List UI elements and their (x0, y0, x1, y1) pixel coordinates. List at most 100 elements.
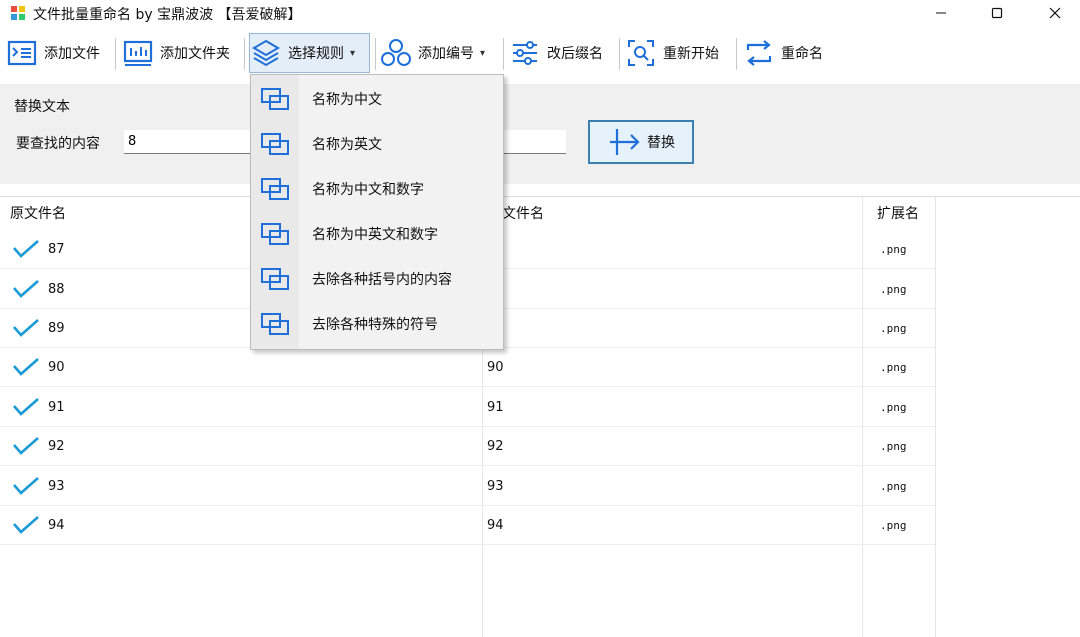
panel-title: 替换文本 (14, 99, 70, 115)
menu-item-chinese-and-digits[interactable]: 名称为中文和数字 (251, 166, 503, 211)
minimize-icon (936, 12, 946, 14)
toolbar-separator (375, 38, 376, 70)
menu-item-label: 去除各种特殊的符号 (312, 317, 438, 333)
new-name-cell: 90 (487, 360, 504, 375)
replace-text-panel: 替换文本 要查找的内容 替换 (0, 84, 1080, 184)
original-name-cell: 93 (48, 479, 65, 494)
extension-cell: .png (880, 322, 907, 335)
table-row[interactable]: 93 93 .png (0, 466, 935, 506)
extension-cell: .png (880, 440, 907, 453)
table-row[interactable]: 92 92 .png (0, 426, 935, 466)
table-row[interactable]: 91 91 .png (0, 387, 935, 427)
original-name-cell: 90 (48, 360, 65, 375)
extension-cell: .png (880, 519, 907, 532)
copy-icon (261, 223, 289, 245)
copy-icon (261, 313, 289, 335)
menu-item-chinese-english-and-digits[interactable]: 名称为中英文和数字 (251, 211, 503, 256)
toolbar-separator (244, 38, 245, 70)
replace-label: 替换 (647, 135, 675, 151)
original-name-cell: 87 (48, 242, 65, 257)
extension-cell: .png (880, 243, 907, 256)
replace-arrow-icon (610, 129, 640, 155)
table-row[interactable]: 94 94 .png (0, 505, 935, 545)
select-rule-label: 选择规则 (288, 46, 344, 62)
table-row[interactable]: 90 90 .png (0, 347, 935, 387)
original-name-cell: 89 (48, 321, 65, 336)
scan-search-icon (625, 37, 657, 69)
column-header-original[interactable]: 原文件名 (10, 197, 66, 229)
title-bar: 文件批量重命名 by 宝鼎波波 【吾爱破解】 (0, 0, 1080, 26)
toolbar-separator (115, 38, 116, 70)
column-header-new[interactable]: 文件名 (502, 197, 544, 229)
add-file-icon (6, 37, 38, 69)
select-rule-menu: 名称为中文 名称为英文 名称为中文和数字 名称为中英文和数字 去除各种括号内的内… (250, 74, 504, 350)
column-header-extension[interactable]: 扩展名 (877, 197, 919, 229)
rename-label: 重命名 (781, 46, 823, 62)
new-name-cell: 93 (487, 479, 504, 494)
extension-cell: .png (880, 401, 907, 414)
copy-icon (261, 133, 289, 155)
find-label: 要查找的内容 (16, 136, 100, 152)
extension-cell: .png (880, 283, 907, 296)
restart-button[interactable]: 重新开始 (625, 33, 719, 73)
change-extension-button[interactable]: 改后缀名 (509, 33, 603, 73)
toolbar-separator (736, 38, 737, 70)
app-icon (11, 6, 25, 20)
toolbar: 添加文件 添加文件夹 选择规则 ▾ 添加编号 ▾ 改后缀名 重新开始 重命名 (0, 30, 1080, 76)
extension-cell: .png (880, 361, 907, 374)
window-title: 文件批量重命名 by 宝鼎波波 【吾爱破解】 (33, 7, 302, 23)
maximize-icon (991, 7, 1003, 19)
copy-icon (261, 88, 289, 110)
menu-item-english-name[interactable]: 名称为英文 (251, 121, 503, 166)
add-file-label: 添加文件 (44, 46, 100, 62)
restart-label: 重新开始 (663, 46, 719, 62)
add-file-button[interactable]: 添加文件 (6, 33, 100, 73)
add-folder-button[interactable]: 添加文件夹 (122, 33, 230, 73)
menu-item-label: 名称为中文 (312, 92, 382, 108)
check-icon (13, 477, 39, 495)
add-folder-icon (122, 37, 154, 69)
check-icon (13, 358, 39, 376)
circles-icon (380, 37, 412, 69)
minimize-button[interactable] (918, 0, 964, 26)
new-name-cell: 92 (487, 439, 504, 454)
check-icon (13, 280, 39, 298)
original-name-cell: 88 (48, 282, 65, 297)
check-icon (13, 516, 39, 534)
change-extension-label: 改后缀名 (547, 46, 603, 62)
layers-icon (250, 37, 282, 69)
check-icon (13, 437, 39, 455)
original-name-cell: 94 (48, 518, 65, 533)
copy-icon (261, 268, 289, 290)
menu-item-label: 名称为中文和数字 (312, 182, 424, 198)
add-number-label: 添加编号 (418, 46, 474, 62)
close-button[interactable] (1032, 0, 1078, 26)
rename-button[interactable]: 重命名 (743, 33, 823, 73)
chevron-down-icon: ▾ (350, 47, 356, 59)
new-name-cell: 94 (487, 518, 504, 533)
menu-item-remove-bracket-content[interactable]: 去除各种括号内的内容 (251, 256, 503, 301)
original-name-cell: 92 (48, 439, 65, 454)
replace-button[interactable]: 替换 (588, 120, 694, 164)
close-icon (1049, 7, 1061, 19)
check-icon (13, 240, 39, 258)
file-table: 原文件名 文件名 扩展名 87 7 .png 88 人 .png 89 9 .p… (0, 196, 1080, 637)
new-name-cell: 91 (487, 400, 504, 415)
menu-item-chinese-name[interactable]: 名称为中文 (251, 76, 503, 121)
select-rule-dropdown-button[interactable]: 选择规则 ▾ (249, 33, 370, 73)
extension-cell: .png (880, 480, 907, 493)
copy-icon (261, 178, 289, 200)
toolbar-separator (619, 38, 620, 70)
add-number-dropdown-button[interactable]: 添加编号 ▾ (380, 33, 485, 73)
maximize-button[interactable] (974, 0, 1020, 26)
column-divider (935, 197, 936, 637)
sliders-icon (509, 37, 541, 69)
add-folder-label: 添加文件夹 (160, 46, 230, 62)
original-name-cell: 91 (48, 400, 65, 415)
menu-item-remove-special-symbols[interactable]: 去除各种特殊的符号 (251, 301, 503, 346)
check-icon (13, 398, 39, 416)
menu-item-label: 名称为中英文和数字 (312, 227, 438, 243)
swap-arrows-icon (743, 37, 775, 69)
chevron-down-icon: ▾ (480, 47, 486, 59)
check-icon (13, 319, 39, 337)
